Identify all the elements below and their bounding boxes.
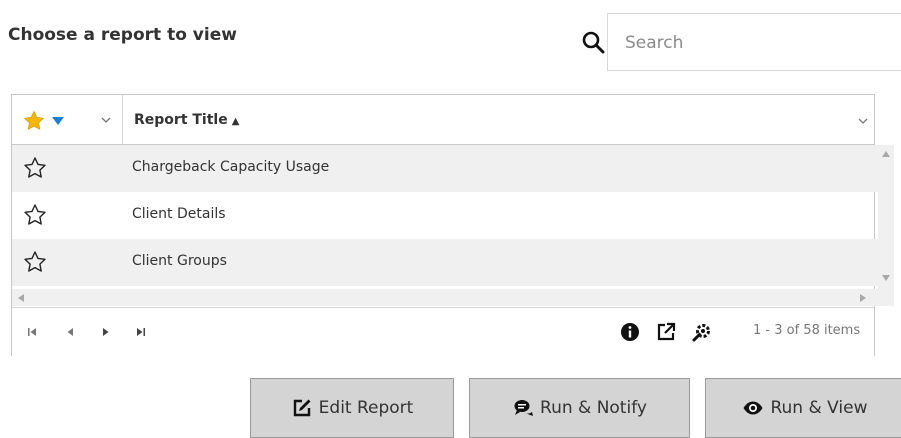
chevron-down-icon[interactable] <box>857 116 869 126</box>
chevron-down-icon[interactable] <box>100 115 112 125</box>
sort-asc-icon: ▲ <box>231 116 240 127</box>
previous-page-icon[interactable] <box>64 326 76 338</box>
search-icon[interactable] <box>581 30 607 56</box>
run-view-button[interactable]: Run & View <box>705 378 901 438</box>
info-icon[interactable] <box>620 322 640 342</box>
next-page-icon[interactable] <box>100 326 112 338</box>
grid-header: Report Title ▲ <box>12 95 874 145</box>
run-notify-label: Run & Notify <box>540 398 647 418</box>
table-row[interactable]: Client Groups <box>12 239 878 286</box>
edit-icon <box>293 399 311 417</box>
last-page-icon[interactable] <box>135 326 147 338</box>
column-header-report-title[interactable]: Report Title ▲ <box>134 112 239 128</box>
run-view-label: Run & View <box>770 398 868 418</box>
scroll-down-icon[interactable] <box>882 275 890 281</box>
search-box[interactable] <box>607 13 901 72</box>
table-row[interactable]: Chargeback Capacity Usage <box>12 145 878 192</box>
scroll-corner <box>878 289 894 306</box>
settings-icon[interactable] <box>691 322 711 342</box>
grid-pager: 1 - 3 of 58 items <box>12 307 874 356</box>
report-title-cell: Chargeback Capacity Usage <box>132 159 330 175</box>
vertical-scrollbar[interactable] <box>878 145 894 289</box>
scroll-up-icon[interactable] <box>882 151 890 157</box>
favorite-column-header[interactable] <box>12 95 123 144</box>
report-title-cell: Client Details <box>132 206 226 222</box>
scroll-left-icon[interactable] <box>18 294 24 302</box>
horizontal-scrollbar[interactable] <box>12 289 878 306</box>
run-notify-button[interactable]: Run & Notify <box>469 378 690 438</box>
star-outline-icon[interactable] <box>23 156 47 180</box>
star-outline-icon[interactable] <box>23 250 47 274</box>
eye-icon <box>743 401 763 415</box>
sort-icon[interactable] <box>52 117 64 125</box>
notify-icon <box>514 400 534 416</box>
edit-report-button[interactable]: Edit Report <box>250 378 454 438</box>
search-input[interactable] <box>608 14 897 72</box>
scroll-right-icon[interactable] <box>860 294 866 302</box>
page-title: Choose a report to view <box>8 25 237 45</box>
pager-summary: 1 - 3 of 58 items <box>753 323 861 338</box>
report-title-cell: Client Groups <box>132 253 227 269</box>
first-page-icon[interactable] <box>26 326 38 338</box>
table-row[interactable]: Client Details <box>12 192 878 239</box>
report-grid: Report Title ▲ Chargeback Capacity Usage … <box>11 94 894 356</box>
column-header-label: Report Title <box>134 112 228 128</box>
grid-rows: Chargeback Capacity Usage Client Details… <box>12 145 878 289</box>
open-external-icon[interactable] <box>656 322 676 342</box>
star-outline-icon[interactable] <box>23 203 47 227</box>
edit-report-label: Edit Report <box>318 398 414 418</box>
star-filled-icon[interactable] <box>23 110 45 132</box>
